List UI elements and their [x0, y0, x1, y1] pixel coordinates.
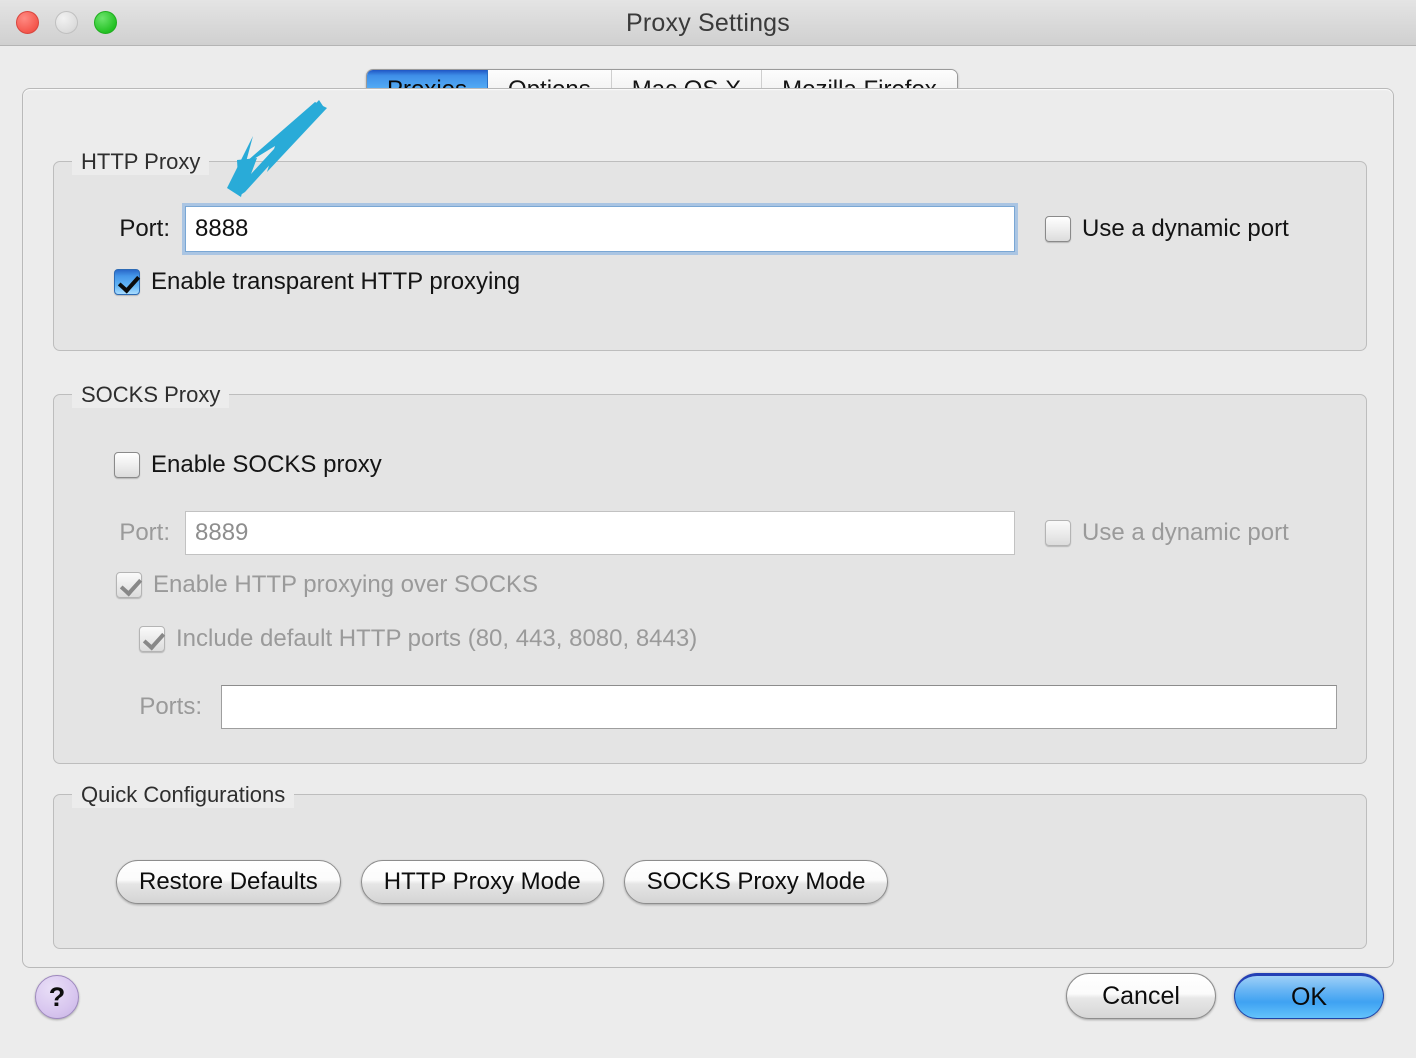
socks-dynamic-port-label: Use a dynamic port	[1082, 519, 1289, 547]
socks-enable-label: Enable SOCKS proxy	[151, 451, 382, 479]
help-button[interactable]: ?	[35, 975, 79, 1019]
http-dynamic-port-label: Use a dynamic port	[1082, 215, 1289, 243]
socks-ports-field[interactable]	[221, 685, 1337, 729]
socks-port-row: Port: 8889 Use a dynamic port	[92, 511, 1289, 555]
cancel-button[interactable]: Cancel	[1066, 973, 1216, 1019]
socks-include-default-ports-label: Include default HTTP ports (80, 443, 808…	[176, 625, 697, 653]
socks-http-over-socks-checkbox[interactable]	[116, 572, 142, 598]
ok-button[interactable]: OK	[1234, 973, 1384, 1019]
quick-configurations-button-row: Restore Defaults HTTP Proxy Mode SOCKS P…	[116, 860, 888, 904]
quick-configurations-group-title: Quick Configurations	[72, 782, 294, 808]
socks-proxy-group: SOCKS Proxy Enable SOCKS proxy Port: 888…	[53, 394, 1367, 764]
http-transparent-proxy-row[interactable]: Enable transparent HTTP proxying	[114, 268, 520, 296]
http-proxy-port-row: Port: 8888 Use a dynamic port	[92, 206, 1289, 252]
window-title: Proxy Settings	[0, 9, 1416, 38]
socks-http-over-socks-label: Enable HTTP proxying over SOCKS	[153, 571, 538, 599]
socks-port-label: Port:	[92, 519, 170, 547]
http-proxy-group-title: HTTP Proxy	[72, 149, 209, 175]
socks-enable-checkbox[interactable]	[114, 452, 140, 478]
socks-http-over-socks-row[interactable]: Enable HTTP proxying over SOCKS	[116, 571, 538, 599]
http-transparent-proxy-checkbox[interactable]	[114, 269, 140, 295]
settings-panel: HTTP Proxy Port: 8888 Use a dynamic port…	[22, 88, 1394, 968]
socks-enable-row[interactable]: Enable SOCKS proxy	[114, 451, 382, 479]
window-titlebar: Proxy Settings	[0, 0, 1416, 46]
socks-port-field[interactable]: 8889	[185, 511, 1015, 555]
http-proxy-port-label: Port:	[92, 215, 170, 243]
socks-dynamic-port-row[interactable]: Use a dynamic port	[1045, 519, 1289, 547]
http-proxy-group: HTTP Proxy Port: 8888 Use a dynamic port…	[53, 161, 1367, 351]
socks-ports-row: Ports:	[114, 685, 1337, 729]
restore-defaults-button[interactable]: Restore Defaults	[116, 860, 341, 904]
http-proxy-port-field[interactable]: 8888	[185, 206, 1015, 252]
http-transparent-proxy-label: Enable transparent HTTP proxying	[151, 268, 520, 296]
socks-proxy-mode-button[interactable]: SOCKS Proxy Mode	[624, 860, 889, 904]
socks-include-default-ports-checkbox[interactable]	[139, 626, 165, 652]
http-proxy-mode-button[interactable]: HTTP Proxy Mode	[361, 860, 604, 904]
socks-include-default-ports-row[interactable]: Include default HTTP ports (80, 443, 808…	[139, 625, 697, 653]
http-dynamic-port-row[interactable]: Use a dynamic port	[1045, 215, 1289, 243]
socks-ports-label: Ports:	[114, 693, 202, 721]
socks-dynamic-port-checkbox[interactable]	[1045, 520, 1071, 546]
socks-proxy-group-title: SOCKS Proxy	[72, 382, 229, 408]
quick-configurations-group: Quick Configurations Restore Defaults HT…	[53, 794, 1367, 949]
http-dynamic-port-checkbox[interactable]	[1045, 216, 1071, 242]
